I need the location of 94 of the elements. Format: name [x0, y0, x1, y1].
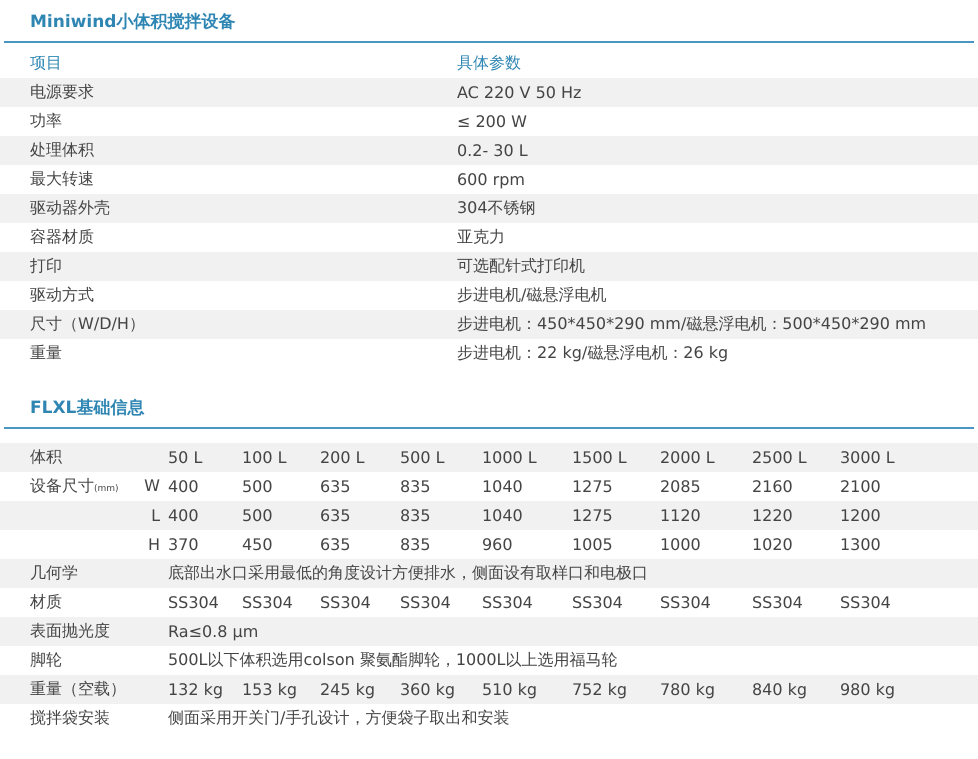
section-title: FLXL基础信息: [4, 390, 974, 429]
table-cell-text: 370: [168, 535, 200, 554]
table-cell-text: 510 kg: [482, 680, 538, 699]
row-label: 设备尺寸: [30, 476, 94, 497]
table-cell-text: 1200: [840, 506, 882, 525]
table-cell-text: 1300: [840, 535, 882, 554]
table-cell-text: SS304: [752, 593, 804, 612]
table-cell-text: 835: [400, 477, 432, 496]
table-cell-text: 1040: [482, 506, 524, 525]
row-label: 驱动器外壳: [30, 198, 111, 219]
row-label: 功率: [30, 111, 63, 132]
table-cell: AC 220 V 50 Hz: [457, 83, 582, 102]
table-cell-text: 980 kg: [840, 680, 896, 699]
table-cell-text: 835: [400, 506, 432, 525]
dimension-label: W: [144, 476, 161, 495]
table-cell-text: 132 kg: [168, 680, 224, 699]
table-cell-text: 635: [320, 506, 352, 525]
table-cell-text: 360 kg: [400, 680, 456, 699]
row-label: 电源要求: [30, 82, 95, 103]
table-cell-text: 1040: [482, 477, 524, 496]
table-cell-text: 2000 L: [660, 448, 716, 467]
table-cell: 底部出水口采用最低的角度设计方便排水，侧面设有取样口和电极口: [168, 563, 648, 584]
table-cell-text: 500: [242, 506, 274, 525]
table-cell-text: 1020: [752, 535, 794, 554]
row-label: 搅拌袋安装: [30, 708, 110, 729]
table-cell-text: 1275: [572, 506, 614, 525]
table-cell: ≤ 200 W: [457, 112, 527, 131]
row-label: 打印: [30, 256, 63, 277]
table-cell-text: SS304: [168, 593, 220, 612]
table-cell-text: 635: [320, 535, 352, 554]
row-label: 重量（空载）: [30, 679, 126, 700]
table-cell-text: 635: [320, 477, 352, 496]
row-label: 重量: [30, 343, 63, 364]
table-cell-text: 450: [242, 535, 274, 554]
section-title: Miniwind小体积搅拌设备: [4, 4, 974, 43]
table-cell-text: SS304: [242, 593, 294, 612]
row-label: 几何学: [30, 563, 78, 584]
table-cell-text: SS304: [482, 593, 534, 612]
table-cell: 步进电机：450*450*290 mm/磁悬浮电机：500*450*290 mm: [457, 314, 926, 335]
table-cell-text: 1000 L: [482, 448, 538, 467]
row-label: 尺寸（W/D/H）: [30, 314, 146, 335]
column-header: 项目: [30, 53, 63, 74]
table-cell: 侧面采用开关门/手孔设计，方便袋子取出和安装: [168, 708, 510, 729]
table-cell: 304不锈钢: [457, 198, 536, 219]
table-cell-text: 200 L: [320, 448, 366, 467]
table-cell-text: 2160: [752, 477, 794, 496]
table-cell: 0.2- 30 L: [457, 141, 528, 160]
table-cell-text: 100 L: [242, 448, 288, 467]
row-label: 体积: [30, 447, 62, 468]
row-label: 材质: [30, 592, 62, 613]
row-label: 处理体积: [30, 140, 95, 161]
table-cell-text: 400: [168, 477, 200, 496]
table-cell-text: 1005: [572, 535, 614, 554]
table-cell-text: 2085: [660, 477, 702, 496]
dimension-label: H: [148, 535, 161, 554]
table-cell-text: 50 L: [168, 448, 204, 467]
table-cell-text: 500: [242, 477, 274, 496]
table-cell: 600 rpm: [457, 170, 525, 189]
row-label: 驱动方式: [30, 285, 95, 306]
row-label: 容器材质: [30, 227, 95, 248]
table-cell-text: 1000: [660, 535, 702, 554]
table-cell: 500L以下体积选用colson 聚氨酯脚轮，1000L以上选用福马轮: [168, 650, 618, 671]
table-cell: 步进电机/磁悬浮电机: [457, 285, 606, 306]
table-cell-text: SS304: [660, 593, 712, 612]
table-cell-text: 835: [400, 535, 432, 554]
table-cell-text: 1275: [572, 477, 614, 496]
table-cell: 亚克力: [457, 227, 505, 248]
table-cell-text: 2500 L: [752, 448, 808, 467]
table-cell-text: 153 kg: [242, 680, 298, 699]
dimension-label: L: [151, 506, 161, 525]
table-cell-text: 780 kg: [660, 680, 716, 699]
table-cell-text: SS304: [400, 593, 452, 612]
table-cell-text: 245 kg: [320, 680, 376, 699]
table-cell-text: 400: [168, 506, 200, 525]
table-cell-text: 1220: [752, 506, 794, 525]
table-cell-text: 1500 L: [572, 448, 628, 467]
table-cell-text: 500 L: [400, 448, 446, 467]
table-cell-text: SS304: [840, 593, 892, 612]
table-cell: 步进电机：22 kg/磁悬浮电机：26 kg: [457, 343, 728, 364]
unit-label: (mm): [94, 484, 119, 494]
table-cell-text: 960: [482, 535, 514, 554]
row-label: 表面抛光度: [30, 621, 110, 642]
column-header: 具体参数: [457, 53, 521, 74]
table-cell-text: 1120: [660, 506, 702, 525]
table-cell-text: 2100: [840, 477, 882, 496]
table-cell: 可选配针式打印机: [457, 256, 585, 277]
table-cell-text: SS304: [572, 593, 624, 612]
table-cell-text: SS304: [320, 593, 372, 612]
table-cell-text: 840 kg: [752, 680, 808, 699]
table-cell-text: 3000 L: [840, 448, 896, 467]
table-cell: Ra≤0.8 μm: [168, 622, 258, 641]
table-cell-text: 752 kg: [572, 680, 628, 699]
row-label: 脚轮: [30, 650, 62, 671]
row-label: 最大转速: [30, 169, 95, 190]
